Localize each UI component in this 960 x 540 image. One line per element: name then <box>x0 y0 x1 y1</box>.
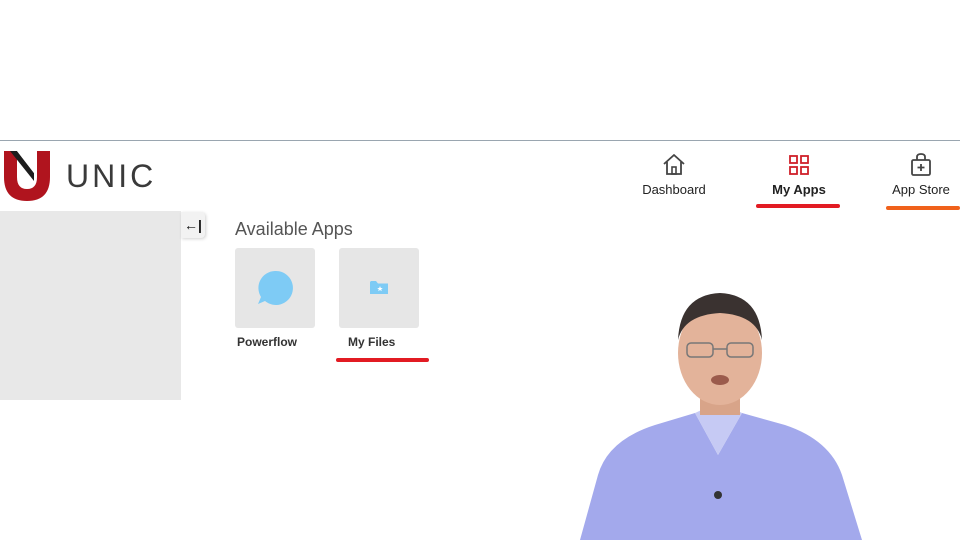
grid-icon <box>789 155 809 175</box>
my-files-highlight <box>336 358 429 362</box>
nav-dashboard[interactable]: Dashboard <box>636 152 712 197</box>
nav-active-indicator <box>756 204 840 208</box>
nav-dashboard-label: Dashboard <box>642 182 706 197</box>
header-top-border <box>0 140 960 141</box>
presenter-video-overlay <box>580 293 862 540</box>
sidebar-collapse-button[interactable]: ←| <box>181 212 205 238</box>
app-label-powerflow[interactable]: Powerflow <box>237 335 297 349</box>
app-label-my-files[interactable]: My Files <box>348 335 395 349</box>
sidebar <box>0 211 181 400</box>
nav-app-store-label: App Store <box>892 182 950 197</box>
brand-name: UNIC <box>66 158 157 194</box>
app-tile-my-files[interactable] <box>339 248 419 328</box>
nav-my-apps-label: My Apps <box>772 182 826 197</box>
app-tile-powerflow[interactable] <box>235 248 315 328</box>
section-title: Available Apps <box>235 219 353 239</box>
folder-star-icon <box>370 281 388 294</box>
chat-bubble-icon <box>258 270 293 305</box>
nav-hover-indicator <box>886 206 960 210</box>
home-icon <box>663 154 685 175</box>
shopping-bag-plus-icon <box>911 153 931 176</box>
nav-app-store[interactable]: App Store <box>884 152 958 197</box>
nav-my-apps[interactable]: My Apps <box>758 152 840 197</box>
unic-logo-icon <box>4 151 50 201</box>
